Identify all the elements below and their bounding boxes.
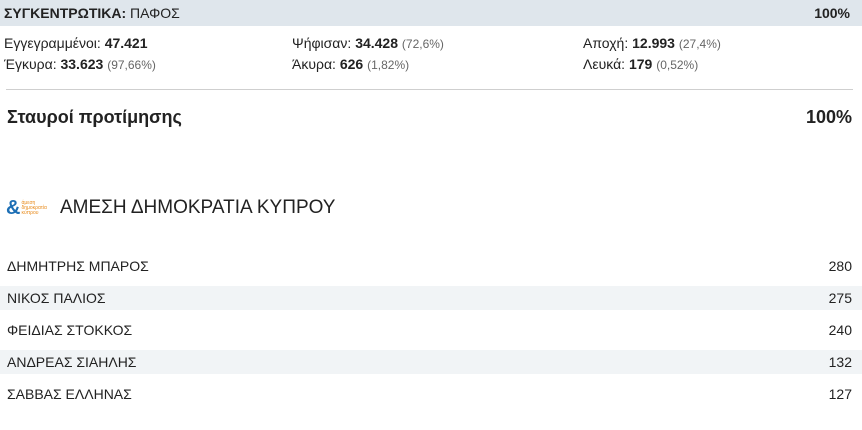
candidate-name: ΔΗΜΗΤΡΗΣ ΜΠΑΡΟΣ (7, 258, 149, 274)
divider (6, 89, 853, 90)
candidate-row: ΑΝΔΡΕΑΣ ΣΙΑΗΛΗΣ 132 (0, 350, 862, 374)
summary-percent: 100% (814, 5, 850, 21)
stat-voted: Ψήφισαν: 34.428 (72,6%) (292, 35, 444, 51)
section-header: Σταυροί προτίμησης 100% (7, 107, 852, 128)
stat-blank: Λευκά: 179 (0,52%) (583, 56, 699, 72)
candidate-row: ΦΕΙΔΙΑΣ ΣΤΟΚΚΟΣ 240 (0, 318, 862, 342)
candidate-votes: 240 (828, 322, 852, 338)
candidate-name: ΝΙΚΟΣ ΠΑΛΙΟΣ (7, 290, 106, 306)
section-percent: 100% (805, 107, 852, 127)
candidate-name: ΑΝΔΡΕΑΣ ΣΙΑΗΛΗΣ (7, 354, 137, 370)
candidate-row: ΝΙΚΟΣ ΠΑΛΙΟΣ 275 (0, 286, 862, 310)
summary-label: ΣΥΓΚΕΝΤΡΩΤΙΚΑ: (4, 5, 127, 21)
candidate-votes: 280 (828, 258, 852, 274)
ampersand-logo-icon: & άμεση δημοκρατία κύπρου (6, 197, 47, 219)
party-name: ΑΜΕΣΗ ΔΗΜΟΚΡΑΤΙΑ ΚΥΠΡΟΥ (60, 197, 336, 218)
stat-valid: Έγκυρα: 33.623 (97,66%) (4, 56, 156, 72)
stat-registered: Εγγεγραμμένοι: 47.421 (4, 35, 148, 51)
summary-region: ΠΑΦΟΣ (130, 5, 180, 21)
stat-abstention: Αποχή: 12.993 (27,4%) (583, 35, 721, 51)
candidate-name: ΦΕΙΔΙΑΣ ΣΤΟΚΚΟΣ (7, 322, 133, 338)
summary-title: ΣΥΓΚΕΝΤΡΩΤΙΚΑ: ΠΑΦΟΣ (4, 5, 180, 21)
candidate-list: ΔΗΜΗΤΡΗΣ ΜΠΑΡΟΣ 280 ΝΙΚΟΣ ΠΑΛΙΟΣ 275 ΦΕΙ… (0, 254, 862, 414)
section-title: Σταυροί προτίμησης (7, 107, 182, 127)
summary-bar: ΣΥΓΚΕΝΤΡΩΤΙΚΑ: ΠΑΦΟΣ 100% (0, 0, 862, 26)
stat-invalid: Άκυρα: 626 (1,82%) (292, 56, 410, 72)
candidate-votes: 132 (828, 354, 852, 370)
party-header: & άμεση δημοκρατία κύπρου ΑΜΕΣΗ ΔΗΜΟΚΡΑΤ… (6, 197, 335, 219)
candidate-name: ΣΑΒΒΑΣ ΕΛΛΗΝΑΣ (7, 386, 132, 402)
candidate-row: ΣΑΒΒΑΣ ΕΛΛΗΝΑΣ 127 (0, 382, 862, 406)
candidate-row: ΔΗΜΗΤΡΗΣ ΜΠΑΡΟΣ 280 (0, 254, 862, 278)
candidate-votes: 127 (828, 386, 852, 402)
candidate-votes: 275 (828, 290, 852, 306)
stats-panel: Εγγεγραμμένοι: 47.421 Ψήφισαν: 34.428 (7… (0, 26, 862, 78)
